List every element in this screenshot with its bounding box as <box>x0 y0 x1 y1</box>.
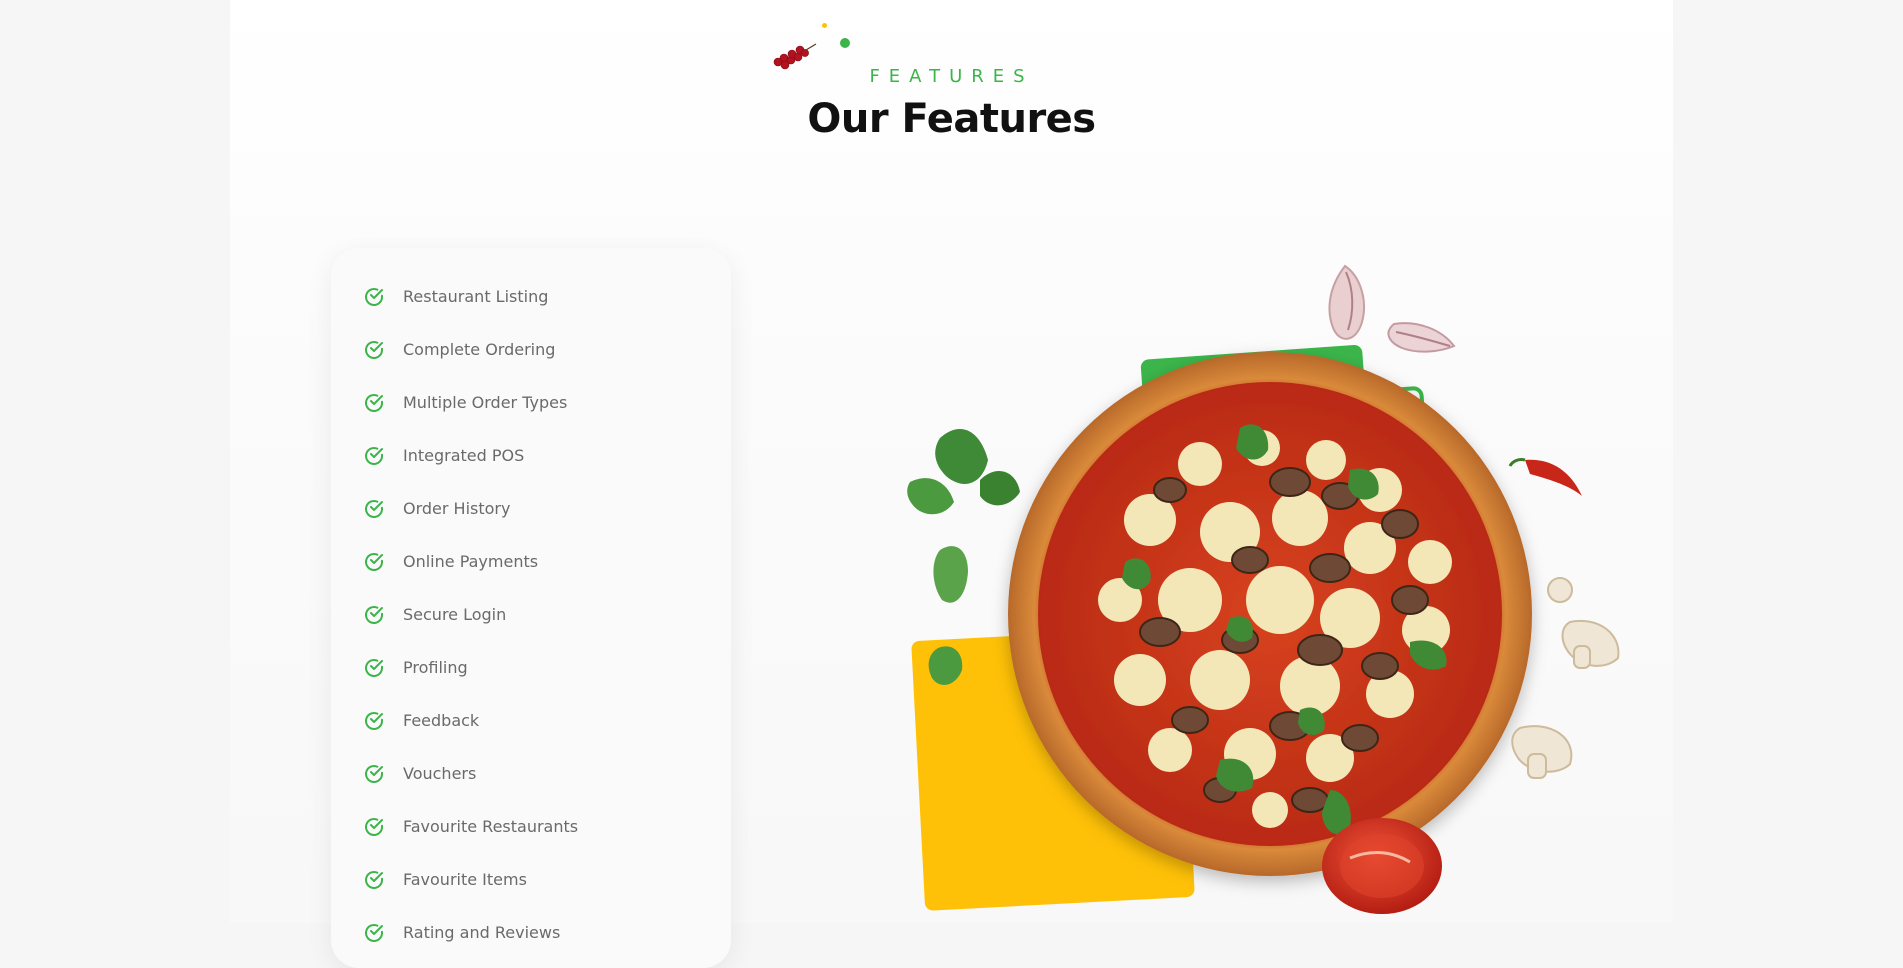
green-dot-decoration <box>840 38 850 48</box>
section-title: Our Features <box>807 96 1096 142</box>
check-circle-icon <box>365 817 383 836</box>
feature-list-item: Vouchers <box>362 747 578 800</box>
feature-label: Restaurant Listing <box>403 287 549 306</box>
check-circle-icon <box>365 658 383 677</box>
section-eyebrow: FEATURES <box>869 66 1034 87</box>
feature-list-item: Favourite Restaurants <box>362 800 578 853</box>
feature-list-item: Profiling <box>362 641 578 694</box>
feature-list-item: Favourite Items <box>362 853 578 906</box>
features-section: FEATURES Our Features Restaurant Listing… <box>230 0 1673 968</box>
feature-label: Rating and Reviews <box>403 923 561 942</box>
check-circle-icon <box>365 711 383 730</box>
feature-list-item: Online Payments <box>362 535 578 588</box>
feature-list-item: Rating and Reviews <box>362 906 578 959</box>
check-circle-icon <box>365 870 383 889</box>
feature-list-item: Complete Ordering <box>362 323 578 376</box>
feature-label: Multiple Order Types <box>403 393 568 412</box>
section-header: FEATURES Our Features <box>230 0 1673 160</box>
feature-label: Order History <box>403 499 511 518</box>
feature-label: Integrated POS <box>403 446 525 465</box>
feature-list-item: Secure Login <box>362 588 578 641</box>
feature-list: Restaurant Listing Complete Ordering Multi… <box>362 270 578 959</box>
feature-label: Secure Login <box>403 605 507 624</box>
pizza-illustration <box>907 264 1620 914</box>
check-circle-icon <box>365 393 383 412</box>
feature-label: Online Payments <box>403 552 539 571</box>
check-circle-icon <box>365 764 383 783</box>
feature-list-item: Order History <box>362 482 578 535</box>
feature-label: Profiling <box>403 658 468 677</box>
feature-label: Favourite Restaurants <box>403 817 579 836</box>
feature-list-card: Restaurant Listing Complete Ordering Multi… <box>331 248 731 968</box>
feature-list-item: Multiple Order Types <box>362 376 578 429</box>
check-circle-icon <box>365 552 383 571</box>
check-circle-icon <box>365 605 383 624</box>
yellow-dot-decoration <box>822 23 827 28</box>
feature-list-item: Integrated POS <box>362 429 578 482</box>
feature-label: Complete Ordering <box>403 340 556 359</box>
check-circle-icon <box>365 446 383 465</box>
feature-list-item: Restaurant Listing <box>362 270 578 323</box>
feature-list-item: Feedback <box>362 694 578 747</box>
feature-label: Vouchers <box>403 764 477 783</box>
check-circle-icon <box>365 499 383 518</box>
check-circle-icon <box>365 287 383 306</box>
feature-label: Feedback <box>403 711 480 730</box>
feature-label: Favourite Items <box>403 870 527 889</box>
check-circle-icon <box>365 923 383 942</box>
check-circle-icon <box>365 340 383 359</box>
